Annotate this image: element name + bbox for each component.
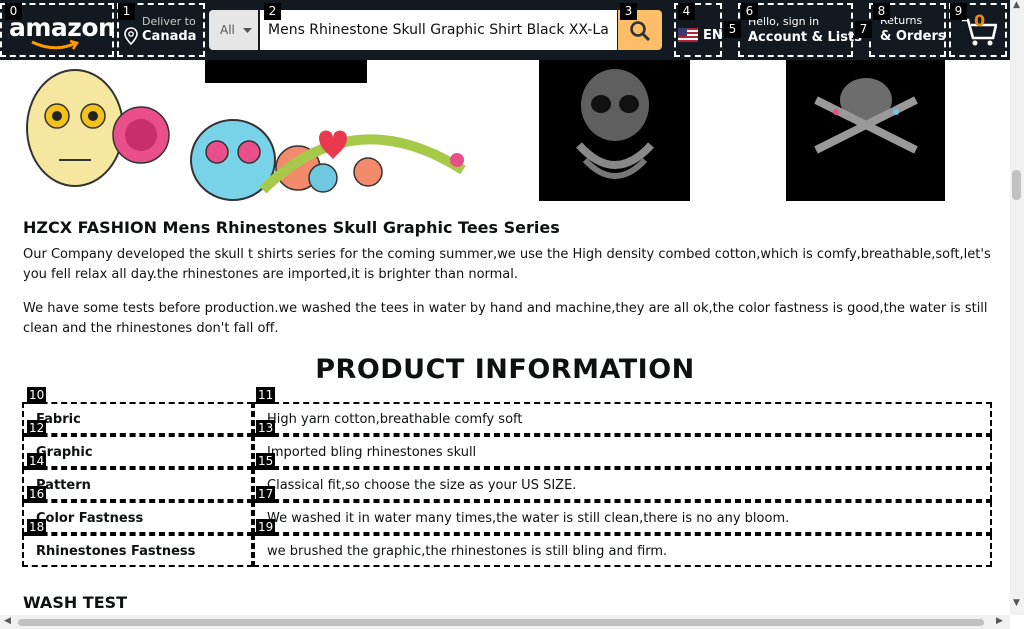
- table-label-cell[interactable]: Color Fastness: [22, 501, 253, 534]
- table-row: Pattern Classical fit,so choose the size…: [22, 468, 992, 501]
- brand-series-title: HZCX FASHION Mens Rhinestones Skull Grap…: [23, 218, 560, 237]
- table-row: Rhinestones Fastness we brushed the grap…: [22, 534, 992, 567]
- search-category-select[interactable]: All: [209, 10, 258, 50]
- deliver-to-country: Canada: [142, 29, 197, 44]
- table-label-cell[interactable]: Pattern: [22, 468, 253, 501]
- table-value-cell[interactable]: We washed it in water many times,the wat…: [253, 501, 992, 534]
- table-value-cell[interactable]: Imported bling rhinestones skull: [253, 435, 992, 468]
- vertical-scroll-thumb[interactable]: [1012, 170, 1021, 200]
- marker-8: 8: [873, 3, 890, 20]
- sign-in-greeting: Hello, sign in: [748, 15, 820, 28]
- table-label-cell[interactable]: Fabric: [22, 402, 253, 435]
- table-value-cell[interactable]: Classical fit,so choose the size as your…: [253, 468, 992, 501]
- marker-18: 18: [27, 519, 47, 536]
- product-information-heading: PRODUCT INFORMATION: [315, 354, 695, 385]
- table-label-cell[interactable]: Graphic: [22, 435, 253, 468]
- marker-2: 2: [264, 3, 281, 20]
- marker-13: 13: [256, 420, 276, 437]
- marker-1: 1: [118, 3, 135, 20]
- nav-bar: amazon 0 Deliver to Canada 1 All 2 3: [0, 0, 1010, 60]
- wash-test-heading: WASH TEST: [23, 593, 128, 612]
- location-pin-icon: [124, 27, 138, 45]
- marker-11: 11: [256, 387, 276, 404]
- description-paragraph-1: Our Company developed the skull t shirts…: [23, 247, 991, 282]
- horizontal-scroll-thumb[interactable]: [18, 619, 984, 626]
- account-lists-label: Account & Lists: [748, 30, 862, 45]
- product-description: HZCX FASHION Mens Rhinestones Skull Grap…: [0, 60, 1010, 615]
- marker-15: 15: [256, 453, 276, 470]
- scroll-up-arrow-icon[interactable]: ▲: [1013, 0, 1020, 10]
- search-category-label: All: [220, 23, 235, 37]
- table-value-cell[interactable]: High yarn cotton,breathable comfy soft: [253, 402, 992, 435]
- smile-arrow-icon: [31, 39, 79, 50]
- orders-label: & Orders: [880, 29, 946, 44]
- skull-shirt-image: [539, 60, 690, 201]
- language-code: EN: [703, 28, 723, 43]
- search-icon: [630, 21, 651, 42]
- marker-17: 17: [256, 486, 276, 503]
- us-flag-icon: [678, 28, 698, 42]
- table-label-cell: Rhinestones Fastness: [22, 534, 253, 567]
- marker-5: 5: [724, 21, 741, 38]
- amazon-logo: amazon: [9, 13, 116, 42]
- scroll-down-arrow-icon[interactable]: ▼: [1013, 598, 1020, 608]
- description-paragraph-2: We have some tests before production.we …: [23, 301, 988, 336]
- marker-16: 16: [27, 486, 47, 503]
- table-row: Color Fastness We washed it in water man…: [22, 501, 992, 534]
- product-information-table: Fabric High yarn cotton,breathable comfy…: [22, 402, 992, 567]
- caret-down-icon: [243, 28, 252, 33]
- table-value-cell: we brushed the graphic,the rhinestones i…: [253, 534, 992, 567]
- marker-7: 7: [855, 21, 872, 38]
- marker-10: 10: [27, 387, 47, 404]
- crossed-pistols-shirt-image: [786, 60, 945, 201]
- marker-3: 3: [620, 3, 637, 20]
- marker-4: 4: [678, 3, 695, 20]
- marker-9: 9: [950, 3, 967, 20]
- marker-12: 12: [27, 420, 47, 437]
- scroll-right-arrow-icon[interactable]: ▶: [996, 616, 1003, 626]
- marker-0: 0: [5, 3, 22, 20]
- cart-count: 0: [974, 11, 986, 30]
- table-row: Graphic Imported bling rhinestones skull: [22, 435, 992, 468]
- marker-6: 6: [741, 3, 758, 20]
- marker-14: 14: [27, 453, 47, 470]
- table-row: Fabric High yarn cotton,breathable comfy…: [22, 402, 992, 435]
- marker-19: 19: [256, 519, 276, 536]
- vertical-scrollbar[interactable]: [1010, 0, 1024, 615]
- deliver-to-label: Deliver to: [142, 15, 196, 28]
- scroll-left-arrow-icon[interactable]: ◀: [4, 616, 11, 626]
- shirt-image-top: [205, 60, 367, 83]
- search-input[interactable]: [260, 10, 617, 50]
